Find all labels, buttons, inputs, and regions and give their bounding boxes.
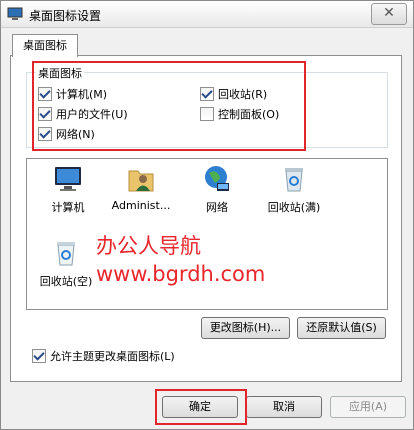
checkbox-box[interactable] [38,107,52,121]
checkbox-user-files[interactable]: 用户的文件(U) [38,106,128,122]
recycle-bin-empty-icon [57,242,75,266]
icon-item-network[interactable]: 网络 [182,163,252,215]
watermark-url: www.bgrdh.com [96,262,266,286]
network-icon [205,166,229,191]
checkbox-box[interactable] [32,349,46,363]
monitor-icon [7,7,23,20]
computer-icon [55,167,81,191]
checkbox-allow-themes[interactable]: 允许主题更改桌面图标(L) [32,348,175,364]
checkbox-box[interactable] [38,127,52,141]
icon-label: 计算机 [51,201,85,214]
apply-button[interactable]: 应用(A) [330,396,406,418]
checkbox-control-panel[interactable]: 控制面板(O) [200,106,279,122]
checkbox-recycle-bin[interactable]: 回收站(R) [200,86,267,102]
checkbox-box[interactable] [200,87,214,101]
icon-item-computer[interactable]: 计算机 [33,163,103,215]
group-label: 桌面图标 [36,65,84,81]
restore-default-button[interactable]: 还原默认值(S) [297,317,386,339]
ok-button[interactable]: 确定 [162,396,238,418]
close-button[interactable]: ✕ [371,3,407,25]
user-folder-icon [128,170,154,192]
checkbox-box[interactable] [200,107,214,121]
recycle-bin-full-icon [285,168,303,192]
icon-item-user-folder[interactable]: Administ... [106,163,176,212]
icon-item-recycle-bin-empty[interactable]: 回收站(空) [31,237,101,289]
cancel-button[interactable]: 取消 [246,396,322,418]
checkbox-network[interactable]: 网络(N) [38,126,95,142]
icon-label: Administ... [111,199,171,212]
window-title: 桌面图标设置 [29,9,102,23]
checkbox-computer[interactable]: 计算机(M) [38,86,107,102]
watermark-title: 办公人导航 [96,234,201,258]
tab-desktop-icons[interactable]: 桌面图标 [12,34,78,57]
title-bar: 桌面图标设置 ✕ [1,1,413,28]
icon-item-recycle-bin-full[interactable]: 回收站(满) [259,163,329,215]
change-icon-button[interactable]: 更改图标(H)... [201,317,290,339]
icon-label: 回收站(空) [39,275,93,288]
checkbox-box[interactable] [38,87,52,101]
icon-label: 网络 [206,201,228,214]
icon-label: 回收站(满) [267,201,321,214]
